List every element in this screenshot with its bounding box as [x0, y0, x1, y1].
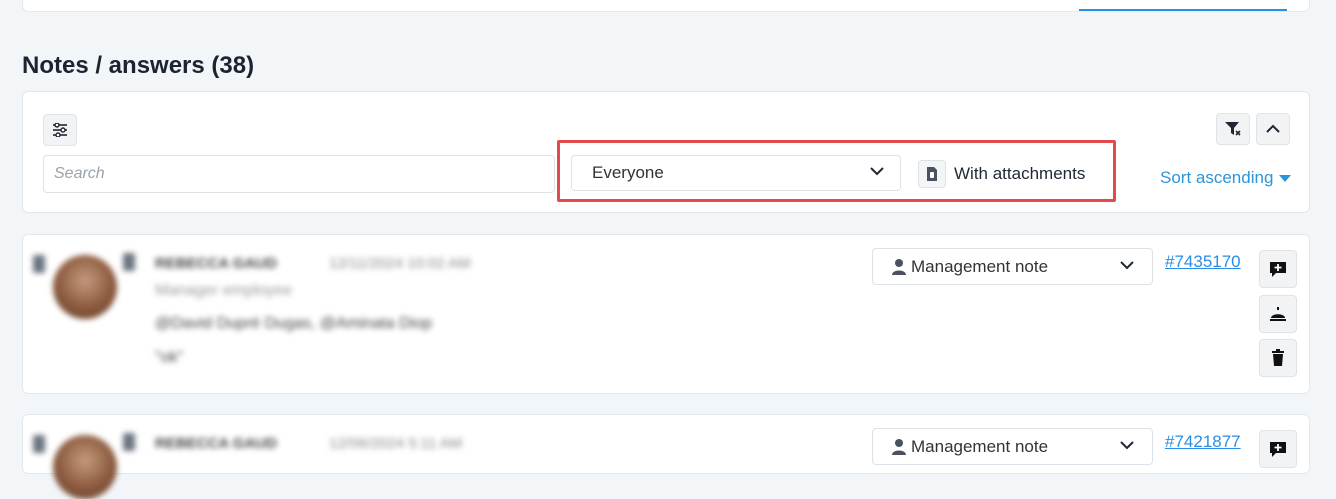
previous-card — [22, 0, 1310, 12]
note-id-link[interactable]: #7421877 — [1165, 432, 1241, 452]
note-role: Manager employee — [155, 282, 292, 299]
note-type-value: Management note — [911, 436, 1049, 456]
filter-clear-icon — [1225, 122, 1241, 136]
clear-filters-button[interactable] — [1216, 113, 1250, 145]
previous-card-button-edge[interactable] — [1079, 9, 1287, 11]
with-attachments-label: With attachments — [954, 164, 1086, 183]
note-type-value: Management note — [911, 256, 1049, 276]
reply-button[interactable] — [1259, 250, 1297, 288]
person-icon — [892, 438, 906, 455]
chevron-down-icon — [1120, 441, 1134, 450]
attachment-toggle-box — [918, 160, 946, 188]
avatar — [53, 255, 117, 319]
avatar — [53, 435, 117, 499]
user-icon — [33, 435, 45, 453]
badge-icon — [123, 253, 135, 271]
chevron-down-icon — [1120, 261, 1134, 270]
badge-icon — [123, 433, 135, 451]
note-body: "ok" — [155, 349, 184, 366]
filter-settings-button[interactable] — [43, 114, 77, 146]
note-id-link[interactable]: #7435170 — [1165, 252, 1241, 272]
note-author-info: REBECCA GAUD 12/06/2024 5:11 AM — [23, 415, 623, 499]
search-input[interactable] — [43, 155, 555, 193]
note-author: REBECCA GAUD — [155, 255, 277, 272]
reply-button[interactable] — [1259, 430, 1297, 468]
file-icon — [927, 167, 937, 181]
notify-button[interactable] — [1259, 295, 1297, 333]
note-card: REBECCA GAUD 12/11/2024 10:02 AM Manager… — [22, 234, 1310, 394]
collapse-panel-button[interactable] — [1256, 113, 1290, 145]
caret-down-icon — [1279, 175, 1292, 182]
sliders-icon — [53, 123, 67, 137]
note-type-select[interactable]: Management note — [872, 248, 1153, 285]
bell-service-icon — [1270, 307, 1286, 321]
sort-label: Sort ascending — [1160, 168, 1274, 187]
section-title: Notes / answers (38) — [22, 52, 255, 79]
author-filter-select[interactable]: Everyone — [571, 155, 901, 191]
trash-icon — [1272, 349, 1284, 366]
note-timestamp: 12/11/2024 10:02 AM — [329, 255, 471, 272]
comment-plus-icon — [1270, 262, 1286, 277]
chevron-up-icon — [1266, 124, 1280, 133]
chevron-down-icon — [870, 167, 884, 176]
filter-panel: Everyone With attachments Sort ascending — [22, 91, 1310, 213]
note-type-select[interactable]: Management note — [872, 428, 1153, 465]
delete-button[interactable] — [1259, 339, 1297, 377]
note-author: REBECCA GAUD — [155, 435, 277, 452]
sort-toggle[interactable]: Sort ascending — [1160, 168, 1292, 188]
author-filter-value: Everyone — [592, 163, 664, 182]
note-card: REBECCA GAUD 12/06/2024 5:11 AM Manageme… — [22, 414, 1310, 499]
person-icon — [892, 258, 906, 275]
note-author-info: REBECCA GAUD 12/11/2024 10:02 AM Manager… — [23, 235, 623, 395]
note-timestamp: 12/06/2024 5:11 AM — [329, 435, 463, 452]
note-mentions: @David Dupré Dugas, @Aminata Diop — [155, 315, 433, 332]
user-icon — [33, 255, 45, 273]
comment-plus-icon — [1270, 442, 1286, 457]
with-attachments-toggle[interactable]: With attachments — [918, 159, 1085, 189]
